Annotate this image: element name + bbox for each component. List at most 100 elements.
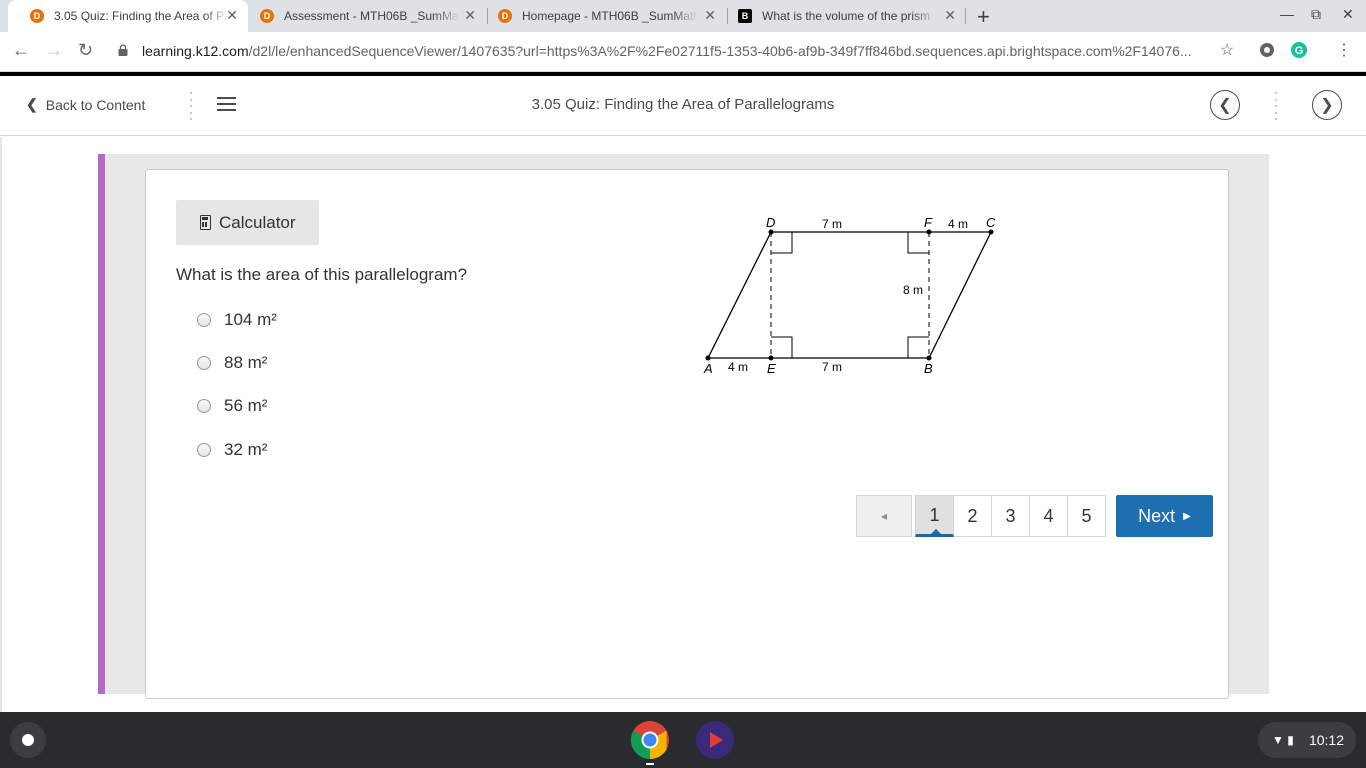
browser-toolbar: ← → ↻ learning.k12.com/d2l/le/enhancedSe… <box>0 32 1366 72</box>
calculator-icon <box>200 215 211 230</box>
address-bar[interactable]: learning.k12.com/d2l/le/enhancedSequence… <box>142 43 1202 59</box>
pagination: ◂ 1 2 3 4 5 <box>856 495 1106 537</box>
reload-icon[interactable]: ↻ <box>78 40 93 61</box>
page-3-button[interactable]: 3 <box>991 495 1030 537</box>
star-icon[interactable]: ☆ <box>1217 40 1237 60</box>
option-label: 88 m² <box>224 353 268 372</box>
left-edge <box>0 137 2 712</box>
radio-button[interactable] <box>197 356 211 370</box>
label-fc-length: 4 m <box>948 217 968 231</box>
vertex-dot <box>926 355 932 361</box>
divider-dots <box>1274 92 1278 120</box>
point-c-label: C <box>986 215 996 230</box>
page-5-button[interactable]: 5 <box>1067 495 1106 537</box>
brightspace-icon: D <box>30 9 44 23</box>
next-topic-button[interactable]: ❯ <box>1312 90 1342 120</box>
url-path: /d2l/le/enhancedSequenceViewer/1407635?u… <box>248 43 1192 59</box>
next-label: Next <box>1138 505 1176 526</box>
previous-page-button[interactable]: ◂ <box>856 495 912 537</box>
label-height: 8 m <box>903 283 923 297</box>
parallelogram-outline <box>706 231 993 359</box>
point-f-label: F <box>924 215 933 230</box>
tab-title: What is the volume of the prism <box>762 9 931 23</box>
right-angle-mark <box>907 232 929 254</box>
question-text: What is the area of this parallelogram? <box>176 265 468 284</box>
brightspace-icon: D <box>498 9 512 23</box>
vertex-dot <box>988 229 994 235</box>
chrome-icon[interactable] <box>630 720 670 760</box>
status-tray[interactable]: ▼ ▮ 10:12 <box>1258 722 1356 758</box>
minimize-icon[interactable]: — <box>1280 6 1294 22</box>
tab-title: Homepage - MTH06B _SumMath <box>522 9 698 23</box>
tab-homepage[interactable]: D Homepage - MTH06B _SumMath ✕ <box>488 0 726 32</box>
brightspace-icon: D <box>260 9 274 23</box>
close-icon[interactable]: ✕ <box>464 7 476 24</box>
url-host: learning.k12.com <box>142 43 249 59</box>
os-shelf: ▼ ▮ 10:12 <box>0 712 1366 768</box>
new-tab-button[interactable]: + <box>977 4 990 30</box>
page-2-button[interactable]: 2 <box>953 495 992 537</box>
brainly-icon: B <box>738 9 752 23</box>
page-1-button[interactable]: 1 <box>915 495 954 537</box>
extension-icon[interactable] <box>1257 40 1277 60</box>
label-ae-length: 4 m <box>728 360 748 374</box>
next-button[interactable]: Next ▶ <box>1116 495 1213 537</box>
forward-arrow-icon[interactable]: → <box>45 40 63 61</box>
answer-option[interactable]: 56 m² <box>197 396 267 416</box>
radio-button[interactable] <box>197 313 211 327</box>
answer-option[interactable]: 88 m² <box>197 353 267 373</box>
option-label: 32 m² <box>224 440 268 459</box>
close-icon[interactable]: ✕ <box>704 7 716 24</box>
restore-icon[interactable]: ⧉ <box>1311 6 1321 23</box>
chevron-right-icon: ❯ <box>1320 97 1334 114</box>
wifi-battery-icon: ▼ ▮ <box>1272 733 1294 747</box>
answer-option[interactable]: 104 m² <box>197 310 277 330</box>
quiz-card <box>145 169 1229 699</box>
right-angle-mark <box>771 232 793 254</box>
answer-option[interactable]: 32 m² <box>197 440 267 460</box>
menu-kebab-icon[interactable]: ⋮ <box>1334 40 1354 60</box>
tab-brainly[interactable]: B What is the volume of the prism ✕ <box>728 0 966 32</box>
vertex-dot <box>926 229 932 235</box>
tab-title: Assessment - MTH06B _SumMat <box>284 9 460 23</box>
tab-divider <box>965 8 966 24</box>
radio-button[interactable] <box>197 399 211 413</box>
tab-title: 3.05 Quiz: Finding the Area of Pa <box>54 9 230 23</box>
close-icon[interactable]: ✕ <box>226 7 238 24</box>
launcher-icon <box>22 734 34 746</box>
option-label: 56 m² <box>224 396 268 415</box>
chevron-left-icon: ❮ <box>1218 97 1232 114</box>
content-navbar: ❮ Back to Content 3.05 Quiz: Finding the… <box>0 76 1366 136</box>
clock: 10:12 <box>1308 732 1344 748</box>
page-title: 3.05 Quiz: Finding the Area of Parallelo… <box>531 96 835 113</box>
play-app-icon[interactable] <box>695 720 735 760</box>
back-arrow-icon[interactable]: ← <box>12 40 30 61</box>
calculator-button[interactable]: Calculator <box>176 200 319 245</box>
tab-quiz[interactable]: D 3.05 Quiz: Finding the Area of Pa ✕ <box>8 0 248 32</box>
point-e-label: E <box>767 361 776 376</box>
close-window-icon[interactable]: ✕ <box>1342 6 1354 23</box>
label-dc-length: 7 m <box>822 217 842 231</box>
vertex-dot <box>768 229 774 235</box>
svg-text:G: G <box>1295 45 1304 57</box>
vertex-dot <box>705 355 711 361</box>
radio-button[interactable] <box>197 443 211 457</box>
previous-topic-button[interactable]: ❮ <box>1210 90 1240 120</box>
right-angle-mark <box>907 336 929 358</box>
running-indicator <box>646 763 654 765</box>
right-angle-mark <box>771 336 793 358</box>
accent-bar <box>98 154 105 694</box>
page-4-button[interactable]: 4 <box>1029 495 1068 537</box>
parallelogram-figure: D F C A E B 7 m 4 m 8 m 4 m 7 m <box>703 215 996 376</box>
vertex-dot <box>768 355 774 361</box>
lock-icon <box>118 44 128 56</box>
calculator-label: Calculator <box>219 212 296 232</box>
point-b-label: B <box>924 361 933 376</box>
close-icon[interactable]: ✕ <box>944 7 956 24</box>
tab-strip: D 3.05 Quiz: Finding the Area of Pa ✕ D … <box>0 0 1366 32</box>
label-eb-length: 7 m <box>822 360 842 374</box>
grammarly-icon[interactable]: G <box>1289 40 1309 60</box>
tab-assessment[interactable]: D Assessment - MTH06B _SumMat ✕ <box>248 0 486 32</box>
caret-left-icon: ◂ <box>880 509 888 523</box>
launcher-button[interactable] <box>10 722 46 758</box>
